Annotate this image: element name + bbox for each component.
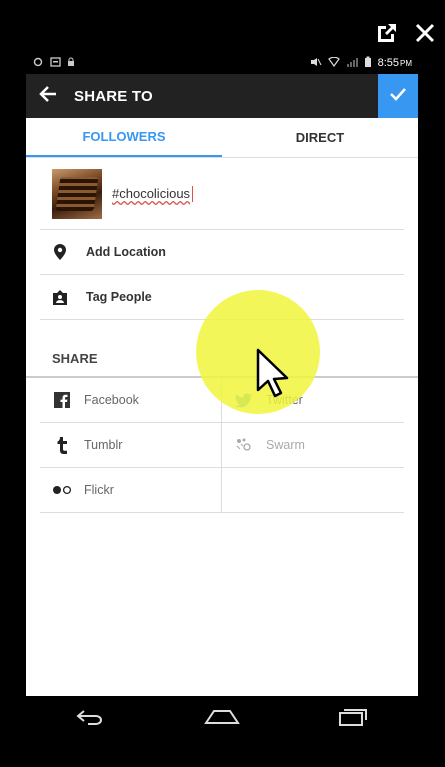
window-controls bbox=[375, 18, 437, 48]
share-tabs: FOLLOWERS DIRECT bbox=[26, 118, 418, 158]
action-bar: SHARE TO bbox=[26, 74, 418, 118]
facebook-label: Facebook bbox=[84, 393, 139, 407]
home-icon bbox=[204, 709, 240, 730]
screenshot-icon bbox=[50, 56, 61, 70]
tab-direct[interactable]: DIRECT bbox=[222, 118, 418, 157]
popout-icon[interactable] bbox=[375, 21, 399, 45]
phone-screen: 8:55PM SHARE TO FOLLOWERS DIRECT #chocol… bbox=[26, 52, 418, 742]
share-twitter[interactable]: Twitter bbox=[222, 378, 404, 423]
lock-icon bbox=[67, 57, 75, 70]
back-nav-icon bbox=[76, 709, 106, 730]
tab-followers[interactable]: FOLLOWERS bbox=[26, 118, 222, 157]
tag-people-row[interactable]: Tag People bbox=[40, 275, 404, 320]
nav-recents-button[interactable] bbox=[323, 699, 383, 739]
recents-icon bbox=[338, 708, 368, 731]
nav-back-button[interactable] bbox=[61, 699, 121, 739]
twitter-icon bbox=[234, 391, 254, 409]
mouse-pointer-icon bbox=[256, 348, 290, 403]
arrow-left-icon bbox=[38, 84, 58, 109]
share-confirm-button[interactable] bbox=[378, 74, 418, 118]
share-section-header: SHARE bbox=[26, 320, 418, 378]
text-cursor bbox=[192, 185, 194, 202]
add-location-label: Add Location bbox=[86, 245, 166, 259]
location-pin-icon bbox=[52, 244, 68, 260]
caption-input[interactable]: #chocolicious bbox=[112, 185, 194, 202]
share-empty-cell bbox=[222, 468, 404, 513]
caption-text: #chocolicious bbox=[112, 186, 191, 201]
wifi-icon bbox=[327, 56, 340, 70]
record-icon bbox=[32, 57, 44, 70]
checkmark-icon bbox=[389, 85, 407, 108]
swarm-icon bbox=[234, 436, 254, 454]
signal-icon bbox=[346, 57, 358, 70]
close-icon[interactable] bbox=[413, 21, 437, 45]
share-services-grid: Facebook Twitter Tumblr Swarm Flickr bbox=[40, 378, 404, 513]
tag-people-label: Tag People bbox=[86, 290, 152, 304]
nav-home-button[interactable] bbox=[192, 699, 252, 739]
swarm-label: Swarm bbox=[266, 438, 305, 452]
system-nav-bar bbox=[26, 696, 418, 742]
share-facebook[interactable]: Facebook bbox=[40, 378, 222, 423]
share-flickr[interactable]: Flickr bbox=[40, 468, 222, 513]
battery-icon bbox=[364, 56, 372, 70]
photo-thumbnail bbox=[52, 168, 102, 219]
share-tumblr[interactable]: Tumblr bbox=[40, 423, 222, 468]
tag-people-icon bbox=[52, 289, 68, 305]
caption-row: #chocolicious bbox=[40, 158, 404, 230]
add-location-row[interactable]: Add Location bbox=[40, 230, 404, 275]
flickr-label: Flickr bbox=[84, 483, 114, 497]
tumblr-label: Tumblr bbox=[84, 438, 123, 452]
flickr-icon bbox=[52, 481, 72, 499]
status-time: 8:55PM bbox=[377, 57, 412, 69]
page-title: SHARE TO bbox=[74, 87, 153, 105]
tumblr-icon bbox=[52, 436, 72, 454]
back-button[interactable] bbox=[26, 74, 70, 118]
facebook-icon bbox=[52, 391, 72, 409]
status-bar: 8:55PM bbox=[26, 52, 418, 74]
mute-icon bbox=[310, 57, 322, 70]
share-swarm[interactable]: Swarm bbox=[222, 423, 404, 468]
